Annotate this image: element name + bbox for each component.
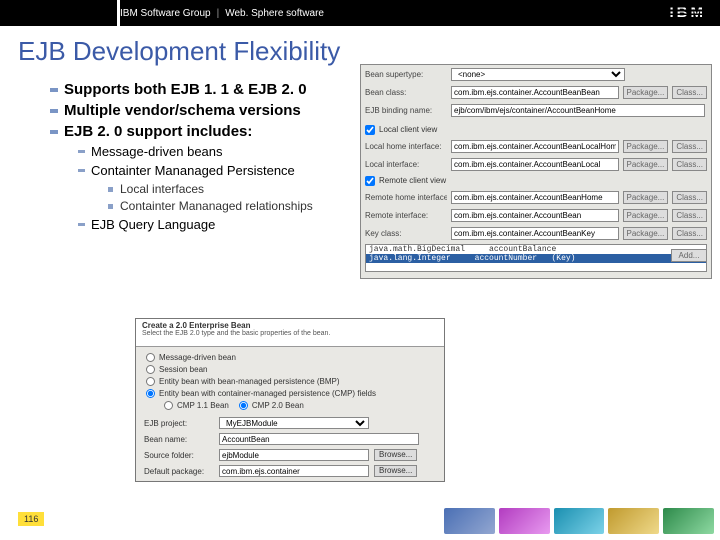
- class-button-3[interactable]: Class...: [672, 158, 707, 171]
- wizard-title: Create a 2.0 Enterprise Bean: [142, 321, 438, 330]
- remote-intf-input[interactable]: [451, 209, 619, 222]
- header-bar: IBM Software Group | Web. Sphere softwar…: [0, 0, 720, 26]
- binding-name-label: EJB binding name:: [365, 106, 447, 115]
- class-button-5[interactable]: Class...: [672, 209, 707, 222]
- bean-class-input[interactable]: [451, 86, 619, 99]
- package-button-5[interactable]: Package...: [623, 209, 669, 222]
- package-button-6[interactable]: Package...: [623, 227, 669, 240]
- bean-supertype-select[interactable]: <none>: [451, 68, 625, 81]
- radio-mdb[interactable]: Message-driven bean: [146, 351, 434, 363]
- cmp-fields-table[interactable]: java.math.BigDecimal accountBalance java…: [365, 244, 707, 272]
- bean-name-label: Bean name:: [144, 435, 214, 444]
- local-home-input[interactable]: [451, 140, 619, 153]
- remote-intf-label: Remote interface:: [365, 211, 447, 220]
- remote-view-label: Remote client view: [379, 176, 446, 185]
- local-home-label: Local home interface:: [365, 142, 447, 151]
- slide-title: EJB Development Flexibility: [18, 36, 720, 67]
- package-button-2[interactable]: Package...: [623, 140, 669, 153]
- source-folder-label: Source folder:: [144, 451, 214, 460]
- bean-supertype-label: Bean supertype:: [365, 70, 447, 79]
- browse-button-2[interactable]: Browse...: [374, 465, 417, 477]
- binding-name-input[interactable]: [451, 104, 705, 117]
- table-row[interactable]: java.lang.Integer accountNumber (Key): [366, 254, 706, 263]
- class-button-2[interactable]: Class...: [672, 140, 707, 153]
- header-product: Web. Sphere software: [225, 8, 324, 19]
- package-button-4[interactable]: Package...: [623, 191, 669, 204]
- remote-home-input[interactable]: [451, 191, 619, 204]
- key-class-input[interactable]: [451, 227, 619, 240]
- class-button-4[interactable]: Class...: [672, 191, 707, 204]
- local-view-checkbox[interactable]: [365, 125, 375, 135]
- class-button[interactable]: Class...: [672, 86, 707, 99]
- footer-decoration: [440, 508, 714, 534]
- project-label: EJB project:: [144, 419, 214, 428]
- radio-cmp11[interactable]: CMP 1.1 Bean: [164, 399, 229, 411]
- wizard-subtitle: Select the EJB 2.0 type and the basic pr…: [142, 330, 438, 337]
- remote-home-label: Remote home interface:: [365, 193, 447, 202]
- header-group: IBM Software Group: [120, 8, 211, 19]
- header-accent: [117, 0, 120, 26]
- create-bean-wizard: Create a 2.0 Enterprise Bean Select the …: [135, 318, 445, 482]
- ibm-logo: IBM: [670, 4, 707, 21]
- bean-class-label: Bean class:: [365, 88, 447, 97]
- browse-button[interactable]: Browse...: [374, 449, 417, 461]
- local-view-label: Local client view: [379, 125, 437, 134]
- local-intf-label: Local interface:: [365, 160, 447, 169]
- class-button-6[interactable]: Class...: [672, 227, 707, 240]
- bean-properties-panel: Bean supertype: <none> Bean class: Packa…: [360, 64, 712, 279]
- remote-view-checkbox[interactable]: [365, 176, 375, 186]
- package-input[interactable]: [219, 465, 369, 477]
- local-intf-input[interactable]: [451, 158, 619, 171]
- radio-cmp20[interactable]: CMP 2.0 Bean: [239, 399, 304, 411]
- package-button[interactable]: Package...: [623, 86, 669, 99]
- project-select[interactable]: MyEJBModule: [219, 417, 369, 429]
- radio-session[interactable]: Session bean: [146, 363, 434, 375]
- package-button-3[interactable]: Package...: [623, 158, 669, 171]
- page-number: 116: [18, 512, 44, 526]
- radio-cmp[interactable]: Entity bean with container-managed persi…: [146, 387, 434, 399]
- package-label: Default package:: [144, 467, 214, 476]
- radio-bmp[interactable]: Entity bean with bean-managed persistenc…: [146, 375, 434, 387]
- table-row[interactable]: java.math.BigDecimal accountBalance: [366, 245, 706, 254]
- source-folder-input[interactable]: [219, 449, 369, 461]
- key-class-label: Key class:: [365, 229, 447, 238]
- bean-name-input[interactable]: [219, 433, 419, 445]
- add-button[interactable]: Add...: [671, 249, 707, 262]
- header-separator: |: [217, 8, 220, 19]
